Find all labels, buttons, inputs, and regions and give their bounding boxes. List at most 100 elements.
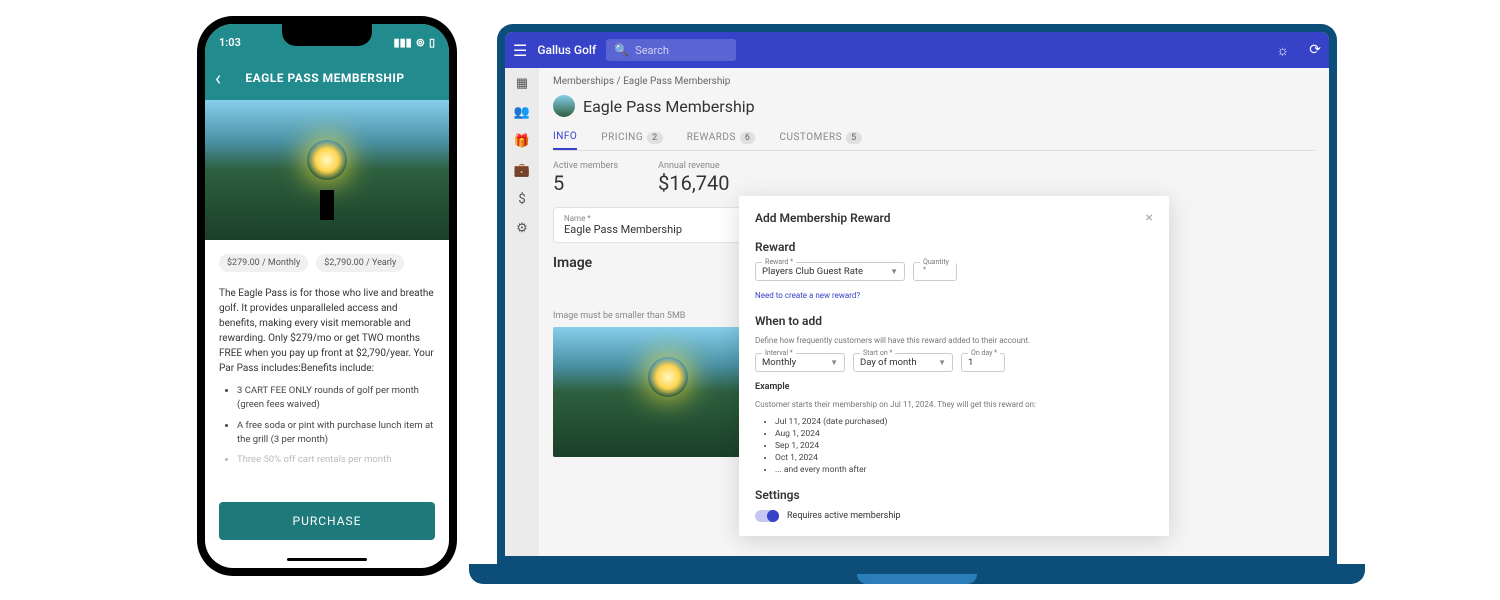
onday-field[interactable]: On day * 1 [961, 353, 1005, 372]
stat-members: Active members 5 [553, 161, 618, 195]
battery-icon: ▯ [429, 36, 435, 49]
chevron-down-icon: ▼ [830, 358, 838, 367]
new-reward-link[interactable]: Need to create a new reward? [755, 291, 860, 300]
tab-rewards[interactable]: REWARDS6 [687, 125, 756, 150]
example-item: Sep 1, 2024 [775, 441, 1153, 453]
when-field-row: Interval * Monthly ▼ Start on * Day of m… [755, 353, 1153, 372]
chevron-down-icon: ▼ [890, 267, 898, 276]
example-item: Aug 1, 2024 [775, 429, 1153, 441]
tab-customers[interactable]: CUSTOMERS5 [779, 125, 861, 150]
add-reward-modal: Add Membership Reward × Reward Reward * … [739, 196, 1169, 536]
active-membership-toggle[interactable] [755, 510, 779, 522]
dollar-icon[interactable]: $ [518, 192, 525, 207]
statusbar-icons: ▮▮▮ ⊚ ▯ [394, 36, 435, 49]
statusbar-time: 1:03 [219, 36, 241, 49]
modal-title: Add Membership Reward [755, 211, 890, 225]
home-indicator [205, 550, 449, 568]
pill-yearly[interactable]: $2,790.00 / Yearly [316, 254, 404, 272]
pill-monthly[interactable]: $279.00 / Monthly [219, 254, 308, 272]
example-item: Oct 1, 2024 [775, 453, 1153, 465]
sidenav: ▦ 👥 🎁 💼 $ ⚙ [505, 68, 539, 556]
breadcrumb-link[interactable]: Memberships [553, 76, 614, 87]
chevron-down-icon: ▼ [938, 358, 946, 367]
hero-image [205, 100, 449, 240]
search-box[interactable]: 🔍 [606, 39, 736, 61]
sun-graphic [307, 140, 347, 180]
example-list: Jul 11, 2024 (date purchased) Aug 1, 202… [755, 417, 1153, 476]
tab-badge: 2 [647, 132, 663, 144]
briefcase-icon[interactable]: 💼 [514, 163, 530, 178]
laptop-base [469, 564, 1365, 584]
phone-mockup: 1:03 ▮▮▮ ⊚ ▯ ‹ EAGLE PASS MEMBERSHIP $27… [197, 16, 457, 576]
reward-select[interactable]: Reward * Players Club Guest Rate ▼ [755, 262, 905, 281]
phone-header-title: EAGLE PASS MEMBERSHIP [231, 71, 419, 85]
laptop-notch [857, 574, 977, 584]
back-icon[interactable]: ‹ [215, 66, 221, 90]
example-heading: Example [755, 382, 1153, 392]
gear-icon[interactable]: ⚙ [516, 221, 528, 236]
laptop-screen: ☰ Gallus Golf 🔍 ☼ ⟳ ▦ 👥 🎁 💼 $ ⚙ [505, 32, 1329, 556]
stats-row: Active members 5 Annual revenue $16,740 [553, 161, 1315, 195]
phone-body: $279.00 / Monthly $2,790.00 / Yearly The… [205, 240, 449, 550]
page-title: Eagle Pass Membership [583, 97, 755, 116]
field-value: Eagle Pass Membership [564, 223, 732, 236]
field-label: Name * [564, 214, 732, 223]
phone-notch [282, 24, 372, 46]
phone-header: ‹ EAGLE PASS MEMBERSHIP [205, 60, 449, 100]
tabs: INFO PRICING2 REWARDS6 CUSTOMERS5 [553, 125, 1315, 151]
menu-icon[interactable]: ☰ [513, 41, 527, 60]
example-item: Jul 11, 2024 (date purchased) [775, 417, 1153, 429]
brightness-icon[interactable]: ☼ [1276, 42, 1289, 59]
close-icon[interactable]: × [1146, 210, 1153, 226]
benefit-item: 3 CART FEE ONLY rounds of golf per month… [237, 384, 435, 413]
refresh-icon[interactable]: ⟳ [1309, 42, 1321, 58]
tab-badge: 6 [740, 132, 756, 144]
breadcrumb: Memberships / Eagle Pass Membership [553, 76, 1315, 87]
toggle-label: Requires active membership [787, 511, 901, 521]
reward-field-row: Reward * Players Club Guest Rate ▼ Quant… [755, 262, 1153, 281]
content-area: Memberships / Eagle Pass Membership Eagl… [539, 68, 1329, 556]
laptop-mockup: ☰ Gallus Golf 🔍 ☼ ⟳ ▦ 👥 🎁 💼 $ ⚙ [497, 24, 1337, 584]
example-item: ... and every month after [775, 465, 1153, 477]
membership-description: The Eagle Pass is for those who live and… [219, 286, 435, 376]
purchase-button[interactable]: PURCHASE [219, 502, 435, 540]
stat-value: $16,740 [658, 171, 729, 195]
phone-screen: 1:03 ▮▮▮ ⊚ ▯ ‹ EAGLE PASS MEMBERSHIP $27… [205, 24, 449, 568]
breadcrumb-current: Eagle Pass Membership [623, 76, 730, 87]
when-section-heading: When to add [755, 314, 1153, 328]
when-helper: Define how frequently customers will hav… [755, 336, 1153, 345]
name-field[interactable]: Name * Eagle Pass Membership [553, 207, 743, 243]
stat-label: Annual revenue [658, 161, 729, 171]
page-avatar [553, 95, 575, 117]
stat-revenue: Annual revenue $16,740 [658, 161, 729, 195]
main-area: ▦ 👥 🎁 💼 $ ⚙ Memberships / Eagle Pass Mem… [505, 68, 1329, 556]
brand-label: Gallus Golf [537, 43, 596, 57]
benefits-list: 3 CART FEE ONLY rounds of golf per month… [219, 384, 435, 473]
tab-pricing[interactable]: PRICING2 [601, 125, 662, 150]
topbar: ☰ Gallus Golf 🔍 ☼ ⟳ [505, 32, 1329, 68]
benefit-item: Three 50% off cart rentals per month [237, 453, 435, 467]
dashboard-icon[interactable]: ▦ [516, 76, 528, 91]
signal-icon: ▮▮▮ [394, 36, 412, 49]
benefit-item: A free soda or pint with purchase lunch … [237, 419, 435, 448]
starton-select[interactable]: Start on * Day of month ▼ [853, 353, 953, 372]
page-title-row: Eagle Pass Membership [553, 95, 1315, 117]
gift-icon[interactable]: 🎁 [514, 134, 530, 149]
pricing-pills: $279.00 / Monthly $2,790.00 / Yearly [219, 254, 435, 272]
golfer-silhouette [320, 190, 334, 220]
wifi-icon: ⊚ [416, 36, 425, 49]
sun-graphic [648, 357, 688, 397]
toggle-row: Requires active membership [755, 510, 1153, 522]
quantity-field[interactable]: Quantity * 1 [913, 262, 957, 281]
tab-badge: 5 [846, 132, 862, 144]
people-icon[interactable]: 👥 [514, 105, 530, 120]
stat-label: Active members [553, 161, 618, 171]
search-icon: 🔍 [614, 43, 629, 57]
example-intro: Customer starts their membership on Jul … [755, 400, 1153, 409]
tab-info[interactable]: INFO [553, 125, 577, 150]
reward-section-heading: Reward [755, 240, 1153, 254]
search-input[interactable] [635, 44, 725, 57]
settings-heading: Settings [755, 488, 1153, 502]
interval-select[interactable]: Interval * Monthly ▼ [755, 353, 845, 372]
modal-header: Add Membership Reward × [755, 210, 1153, 226]
